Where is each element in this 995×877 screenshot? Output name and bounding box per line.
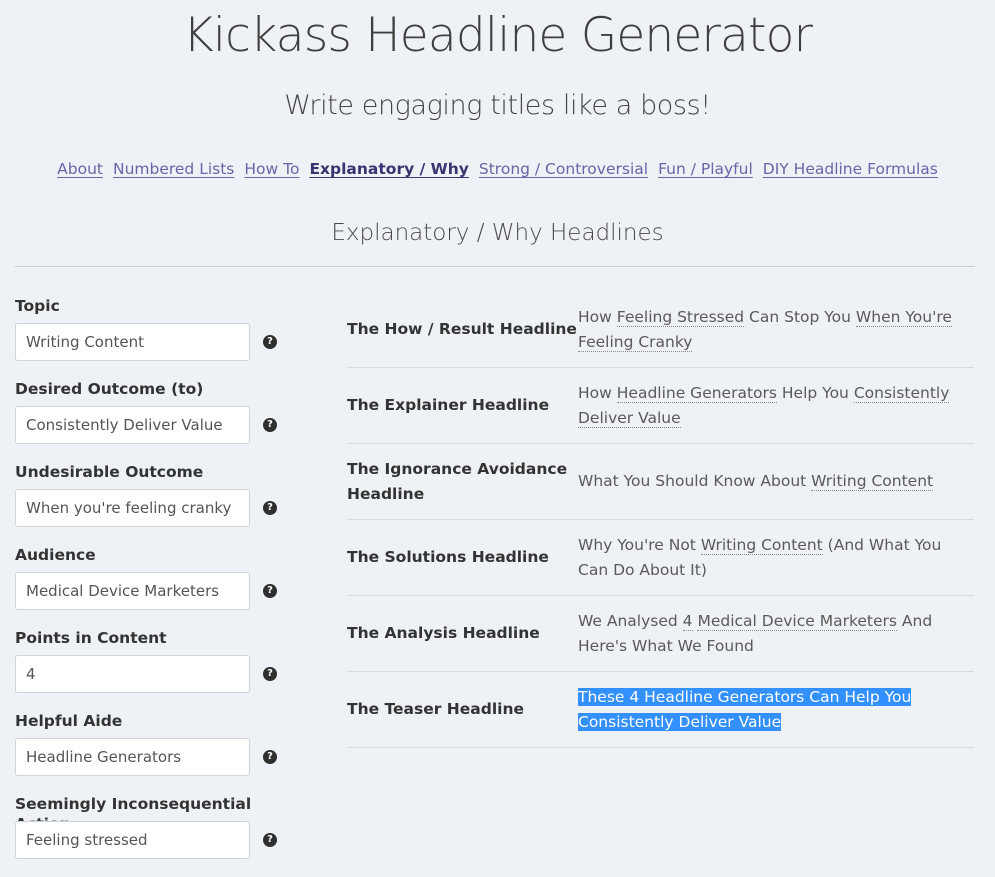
generated-headline[interactable]: What You Should Know About Writing Conte… — [578, 469, 974, 494]
generated-headline[interactable]: How Feeling Stressed Can Stop You When Y… — [578, 305, 974, 355]
section-title: Explanatory / Why Headlines — [331, 220, 664, 246]
generated-headline[interactable]: We Analysed 4 Medical Device Marketers A… — [578, 609, 974, 659]
field-topic: Topic? — [15, 296, 295, 379]
headline-type-label: The Solutions Headline — [347, 548, 549, 566]
headline-row: The How / Result Headline How Feeling Str… — [347, 292, 974, 368]
nav-link-numbered-lists[interactable]: Numbered Lists — [113, 160, 234, 178]
headline-row: The Solutions Headline Why You're Not Wri… — [347, 520, 974, 596]
headline-text: Why You're Not — [578, 535, 701, 554]
headline-list: The How / Result Headline How Feeling Str… — [347, 292, 974, 748]
headline-text: How — [578, 383, 617, 402]
field-audience: Audience? — [15, 545, 295, 628]
field-seemingly-inconsequential-action: Seemingly Inconsequential Action? — [15, 794, 295, 877]
field-desired-outcome-to: Desired Outcome (to)? — [15, 379, 295, 462]
headline-text: What You Should Know About — [578, 472, 812, 490]
headline-row: The Explainer Headline How Headline Gener… — [347, 368, 974, 444]
selected-headline-text: These 4 Headline Generators Can Help You… — [578, 687, 912, 731]
nav-link-strong-controversial[interactable]: Strong / Controversial — [479, 160, 648, 178]
field-label: Topic — [15, 297, 60, 315]
generated-headline[interactable]: These 4 Headline Generators Can Help You… — [578, 685, 974, 735]
headline-type-label: The Ignorance Avoidance Headline — [347, 459, 568, 503]
headline-variable: Medical Device Marketers — [697, 611, 897, 631]
headline-row: The Analysis Headline We Analysed 4 Medic… — [347, 596, 974, 672]
question-circle-icon[interactable]: ? — [263, 833, 277, 847]
field-undesirable-outcome: Undesirable Outcome? — [15, 462, 295, 545]
nav-link-fun-playful[interactable]: Fun / Playful — [658, 160, 753, 178]
seemingly-inconsequential-action-input[interactable] — [15, 821, 250, 859]
headline-variable: Headline Generators — [616, 383, 777, 403]
headline-text: How — [578, 307, 617, 326]
field-label: Desired Outcome (to) — [15, 380, 204, 398]
points-in-content-input[interactable] — [15, 655, 250, 693]
category-nav: About Numbered Lists How To Explanatory / W… — [0, 158, 995, 180]
question-circle-icon[interactable]: ? — [263, 418, 277, 432]
headline-variable: 4 — [682, 611, 693, 631]
generated-headline[interactable]: How Headline Generators Help You Consist… — [578, 381, 974, 431]
generator-form: Topic?Desired Outcome (to)?Undesirable O… — [15, 296, 295, 877]
topic-input[interactable] — [15, 323, 250, 361]
field-label: Undesirable Outcome — [15, 463, 204, 481]
field-label: Seemingly Inconsequential Action — [15, 795, 252, 833]
question-circle-icon[interactable]: ? — [263, 501, 277, 515]
headline-variable: Writing Content — [811, 472, 934, 491]
audience-input[interactable] — [15, 572, 250, 610]
field-label: Points in Content — [15, 629, 167, 647]
headline-type-label: The Teaser Headline — [347, 700, 524, 718]
undesirable-outcome-input[interactable] — [15, 489, 250, 527]
generated-headline[interactable]: Why You're Not Writing Content (And What… — [578, 533, 974, 583]
headline-text: Can Stop You — [744, 307, 856, 326]
headline-variable: Feeling Stressed — [616, 307, 745, 327]
question-circle-icon[interactable]: ? — [263, 667, 277, 681]
question-circle-icon[interactable]: ? — [263, 335, 277, 349]
headline-type-label: The Analysis Headline — [347, 624, 540, 642]
headline-type-label: The Explainer Headline — [347, 396, 550, 414]
field-label: Helpful Aide — [15, 712, 123, 730]
field-helpful-aide: Helpful Aide? — [15, 711, 295, 794]
nav-link-about[interactable]: About — [57, 160, 103, 178]
question-circle-icon[interactable]: ? — [263, 584, 277, 598]
nav-link-how-to[interactable]: How To — [244, 160, 299, 178]
field-points-in-content: Points in Content? — [15, 628, 295, 711]
helpful-aide-input[interactable] — [15, 738, 250, 776]
headline-text: We Analysed — [578, 611, 683, 630]
field-label: Audience — [15, 546, 96, 564]
headline-row: The Ignorance Avoidance Headline What You… — [347, 444, 974, 520]
site-tagline: Write engaging titles like a boss! — [284, 90, 711, 121]
question-circle-icon[interactable]: ? — [263, 750, 277, 764]
headline-type-label: The How / Result Headline — [347, 320, 577, 338]
site-title: Kickass Headline Generator — [182, 8, 813, 63]
headline-text: Help You — [776, 383, 854, 402]
headline-row: The Teaser Headline These 4 Headline Gene… — [347, 672, 974, 748]
headline-variable: Writing Content — [700, 535, 823, 555]
nav-link-explanatory-why[interactable]: Explanatory / Why — [309, 160, 468, 178]
section-divider — [15, 266, 975, 267]
nav-link-diy-headline-formulas[interactable]: DIY Headline Formulas — [763, 160, 938, 178]
desired-outcome-to-input[interactable] — [15, 406, 250, 444]
